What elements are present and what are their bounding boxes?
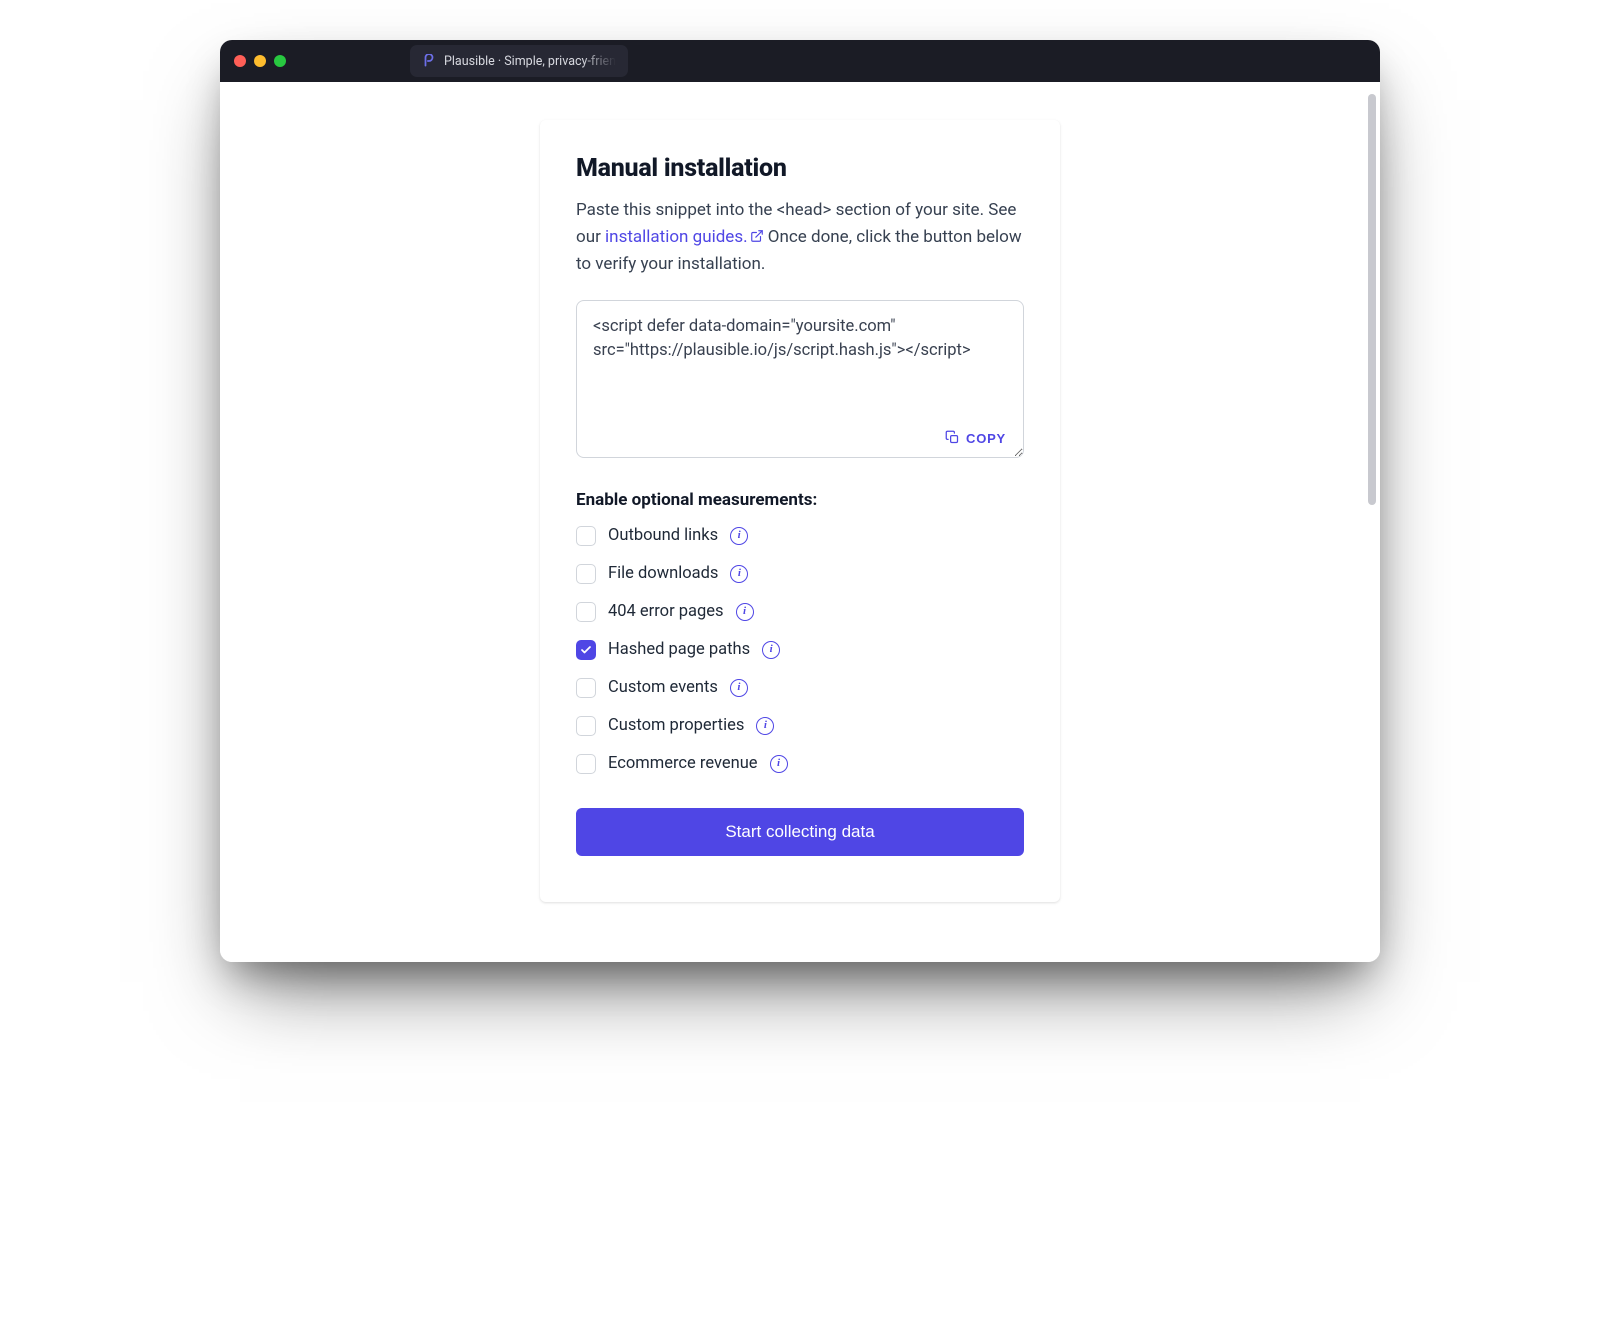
info-icon[interactable]: i [730,679,748,697]
option-label: Hashed page paths [608,640,750,659]
option-label: Custom properties [608,716,744,735]
info-icon[interactable]: i [730,565,748,583]
option-checkbox[interactable] [576,564,596,584]
option-row: File downloads i [576,564,1024,584]
info-icon[interactable]: i [736,603,754,621]
info-icon[interactable]: i [762,641,780,659]
card-description: Paste this snippet into the <head> secti… [576,197,1024,278]
snippet-container: COPY [576,300,1024,462]
option-checkbox[interactable] [576,602,596,622]
option-row: Hashed page paths i [576,640,1024,660]
window-controls [234,55,286,67]
copy-button-label: COPY [966,431,1006,446]
maximize-window-button[interactable] [274,55,286,67]
info-icon[interactable]: i [730,527,748,545]
card-heading: Manual installation [576,154,1024,183]
scrollbar[interactable] [1368,94,1376,950]
info-icon[interactable]: i [756,717,774,735]
page-viewport: Manual installation Paste this snippet i… [220,82,1380,962]
browser-window: Plausible · Simple, privacy-frien Manual… [220,40,1380,962]
option-label: 404 error pages [608,602,724,621]
plausible-favicon-icon [422,54,436,68]
option-checkbox[interactable] [576,640,596,660]
browser-tab-title: Plausible · Simple, privacy-frien [444,54,616,69]
browser-tab[interactable]: Plausible · Simple, privacy-frien [410,45,628,77]
option-checkbox[interactable] [576,678,596,698]
start-collecting-button[interactable]: Start collecting data [576,808,1024,856]
info-icon[interactable]: i [770,755,788,773]
option-row: 404 error pages i [576,602,1024,622]
option-label: Outbound links [608,526,718,545]
option-label: Custom events [608,678,718,697]
minimize-window-button[interactable] [254,55,266,67]
option-checkbox[interactable] [576,526,596,546]
options-heading: Enable optional measurements: [576,490,1024,510]
option-checkbox[interactable] [576,754,596,774]
copy-icon [945,430,960,448]
external-link-icon [750,229,764,243]
option-row: Custom events i [576,678,1024,698]
option-row: Ecommerce revenue i [576,754,1024,774]
copy-button[interactable]: COPY [945,430,1006,448]
option-label: File downloads [608,564,718,583]
titlebar: Plausible · Simple, privacy-frien [220,40,1380,82]
option-checkbox[interactable] [576,716,596,736]
option-row: Custom properties i [576,716,1024,736]
options-list: Outbound linksiFile downloadsi404 error … [576,526,1024,774]
option-row: Outbound links i [576,526,1024,546]
option-label: Ecommerce revenue [608,754,758,773]
close-window-button[interactable] [234,55,246,67]
scrollbar-thumb[interactable] [1368,94,1376,505]
installation-card: Manual installation Paste this snippet i… [540,120,1060,902]
installation-guides-link[interactable]: installation guides. [605,227,764,247]
